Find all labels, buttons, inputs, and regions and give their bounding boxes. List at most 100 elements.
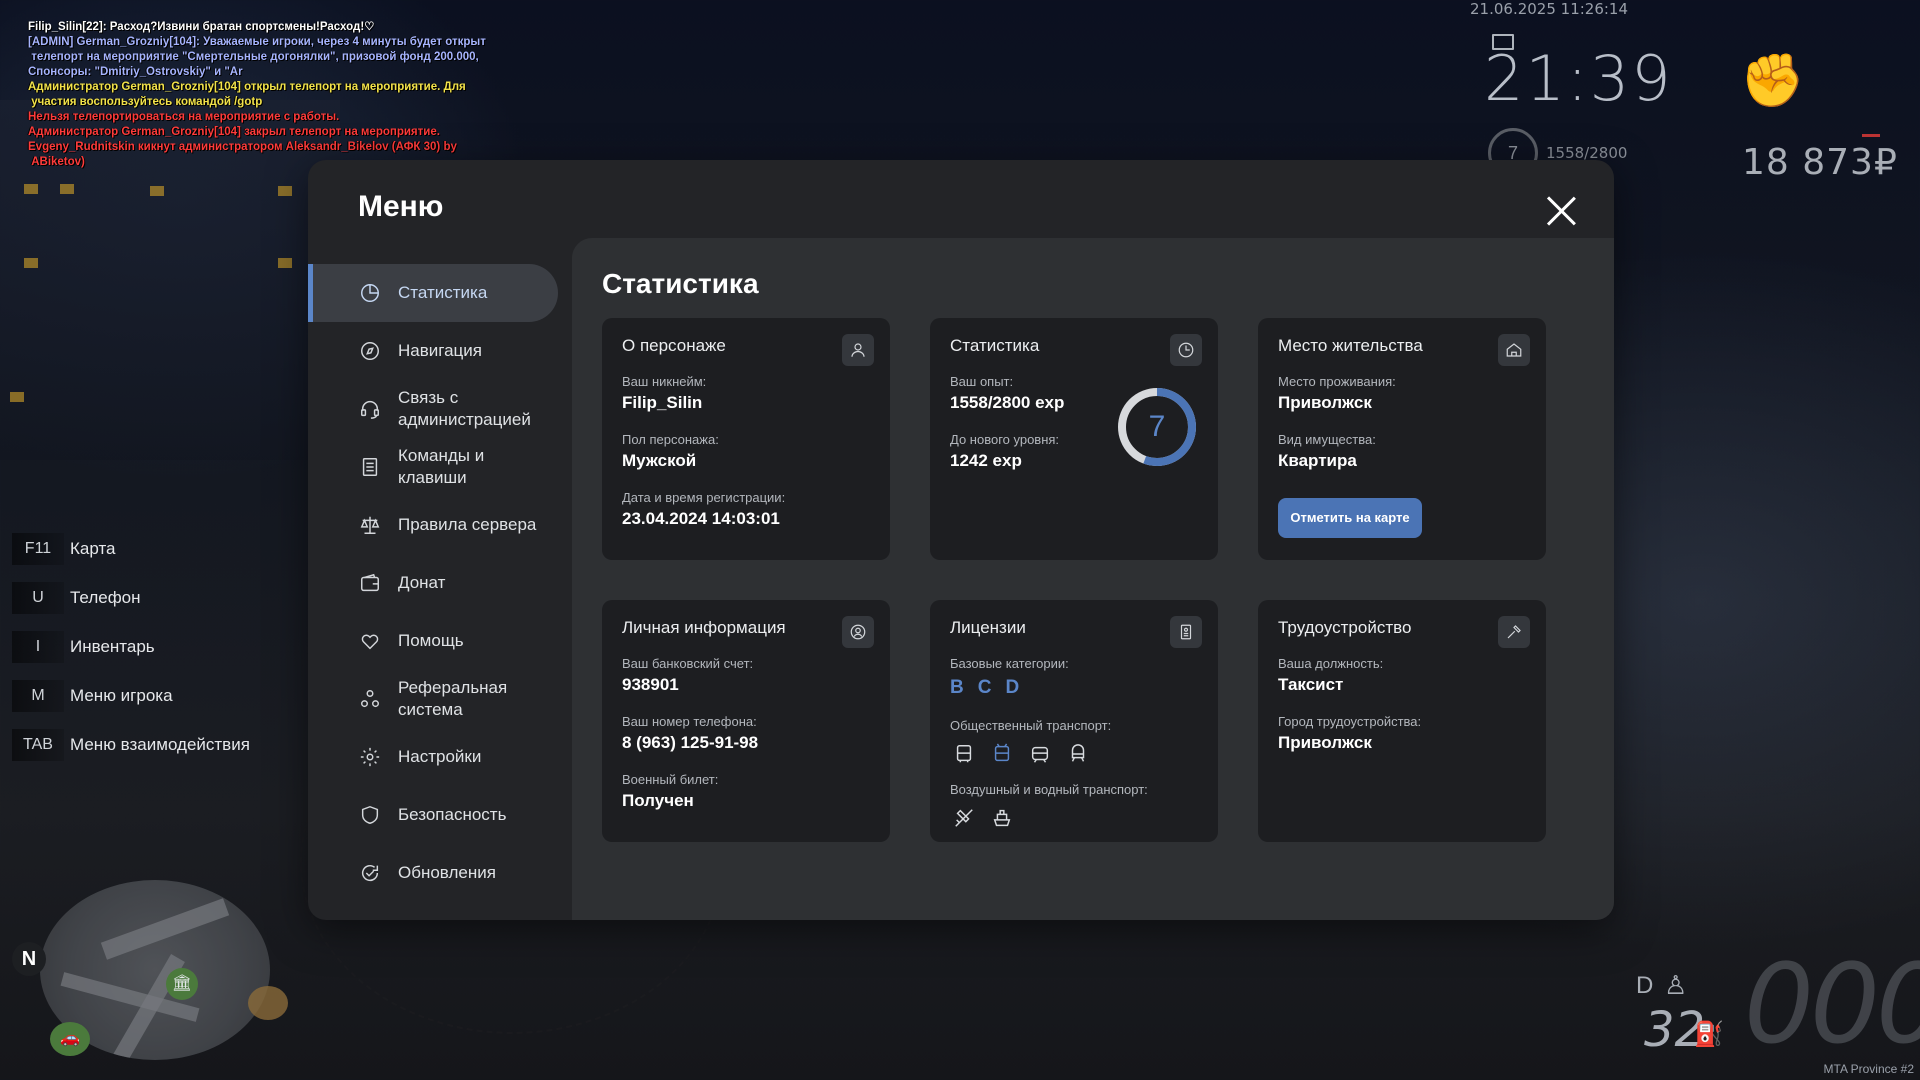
field-label: Военный билет: [622,772,719,787]
window-light [278,186,292,196]
keybind-row: U Телефон [0,573,250,622]
field-value: Квартира [1278,451,1357,470]
train-icon [1064,741,1092,767]
field-value: 8 (963) 125-91-98 [622,733,759,752]
wallet-icon [358,571,382,595]
licenses-card: Лицензии Базовые категории: B C D Общест… [930,600,1218,842]
hud-money: 18 873₽ [1742,142,1898,183]
sidebar-item-label: Реферальная система [398,678,508,719]
sidebar-item-navigation[interactable]: Навигация [308,322,564,380]
category-badge: B [950,677,964,698]
residence-place-field: Место проживания: Приволжск [1278,374,1396,413]
field-value: 1558/2800 exp [950,393,1065,412]
sidebar-item-label: Правила сервера [398,515,537,534]
headset-icon [358,397,382,421]
field-value: Таксист [1278,675,1344,694]
window-light [24,258,38,268]
sidebar-item-help[interactable]: Помощь [308,612,564,670]
keybind-list: F11 Карта U Телефон I Инвентарь M Меню и… [0,524,250,769]
scales-icon [358,513,382,537]
sidebar-item-settings[interactable]: Настройки [308,728,564,786]
sidebar-item-security[interactable]: Безопасность [308,786,564,844]
registration-field: Дата и время регистрации: 23.04.2024 14:… [622,490,785,529]
card-title: Статистика [950,336,1040,355]
experience-field: Ваш опыт: 1558/2800 exp [950,374,1064,413]
card-title: Трудоустройство [1278,618,1412,637]
north-marker: N [12,942,46,976]
seatbelt-icon: ♙ [1664,970,1688,1000]
level-number: 7 [1148,410,1166,443]
people-icon [358,687,382,711]
personal-info-card: Личная информация Ваш банковский счет: 9… [602,600,890,842]
map-road [100,898,230,960]
id-card-icon [1170,616,1202,648]
close-button[interactable] [1544,194,1578,228]
key-cap: TAB [12,728,64,761]
mark-on-map-button[interactable]: Отметить на карте [1278,498,1422,538]
shield-icon [358,803,382,827]
field-label: Вид имущества: [1278,432,1376,447]
hand-heart-icon [358,629,382,653]
field-label: Город трудоустройства: [1278,714,1422,729]
field-value: Мужской [622,451,697,470]
sidebar-item-referral[interactable]: Реферальная система [308,670,564,728]
keybind-row: I Инвентарь [0,622,250,671]
character-card: О персонаже Ваш никнейм: Filip_Silin Пол… [602,318,890,560]
chat-line: Администратор German_Grozniy[104] открыл… [28,81,466,108]
public-transport-icons [950,741,1111,767]
gear-icon [358,745,382,769]
keybind-label: Меню игрока [70,685,173,705]
page-title: Статистика [602,268,759,299]
field-label: Место проживания: [1278,374,1396,389]
window-light [24,184,38,194]
sidebar-item-donate[interactable]: Донат [308,554,564,612]
category-badge: D [1005,677,1020,698]
key-cap: F11 [12,532,64,565]
public-transport-field: Общественный транспорт: [950,718,1111,767]
hud-gear: D [1636,972,1654,999]
window-light [278,258,292,268]
field-label: Ваш никнейм: [622,374,707,389]
field-label: Базовые категории: [950,656,1069,671]
sidebar-item-label: Настройки [398,747,482,766]
menu-sidebar: Статистика Навигация Связь с администрац… [308,264,564,902]
field-label: Ваша должность: [1278,656,1384,671]
keybind-label: Телефон [70,587,141,607]
chat-line: Администратор German_Grozniy[104] закрыл… [28,126,440,138]
ship-icon [988,805,1016,831]
sidebar-item-commands[interactable]: Команды и клавиши [308,438,564,496]
field-label: До нового уровня: [950,432,1060,447]
sidebar-item-rules[interactable]: Правила сервера [308,496,564,554]
property-type-field: Вид имущества: Квартира [1278,432,1376,471]
pie-chart-icon [358,281,382,305]
card-title: О персонаже [622,336,726,355]
bank-icon: 🏛 [166,968,198,1000]
sidebar-item-admin-contact[interactable]: Связь с администрацией [308,380,564,438]
chat-line: Нельзя телепортироваться на мероприятие … [28,111,340,123]
nickname-field: Ваш никнейм: Filip_Silin [622,374,706,413]
keybind-label: Инвентарь [70,636,155,656]
sidebar-item-updates[interactable]: Обновления [308,844,564,902]
field-value: Filip_Silin [622,393,703,412]
field-value: 1242 exp [950,451,1022,470]
keybind-row: F11 Карта [0,524,250,573]
sidebar-item-statistics[interactable]: Статистика [308,264,558,322]
sidebar-item-label: Помощь [398,631,464,650]
field-label: Ваш опыт: [950,374,1014,389]
sidebar-item-label: Обновления [398,863,496,882]
player-menu: Меню Статистика Навигация Связь с админи… [308,160,1614,920]
field-label: Ваш номер телефона: [622,714,757,729]
card-title: Личная информация [622,618,786,637]
tram-icon [1026,741,1054,767]
field-value: Приволжск [1278,393,1372,412]
refresh-check-icon [358,861,382,885]
sidebar-item-label: Навигация [398,341,482,360]
blip-icon [248,986,288,1020]
menu-title: Меню [358,190,444,223]
field-label: Дата и время регистрации: [622,490,786,505]
window-light [10,392,24,402]
next-level-field: До нового уровня: 1242 exp [950,432,1059,471]
sidebar-item-label: Донат [398,573,446,592]
hud-clock: 21:39 [1484,42,1673,115]
keybind-label: Карта [70,538,116,558]
